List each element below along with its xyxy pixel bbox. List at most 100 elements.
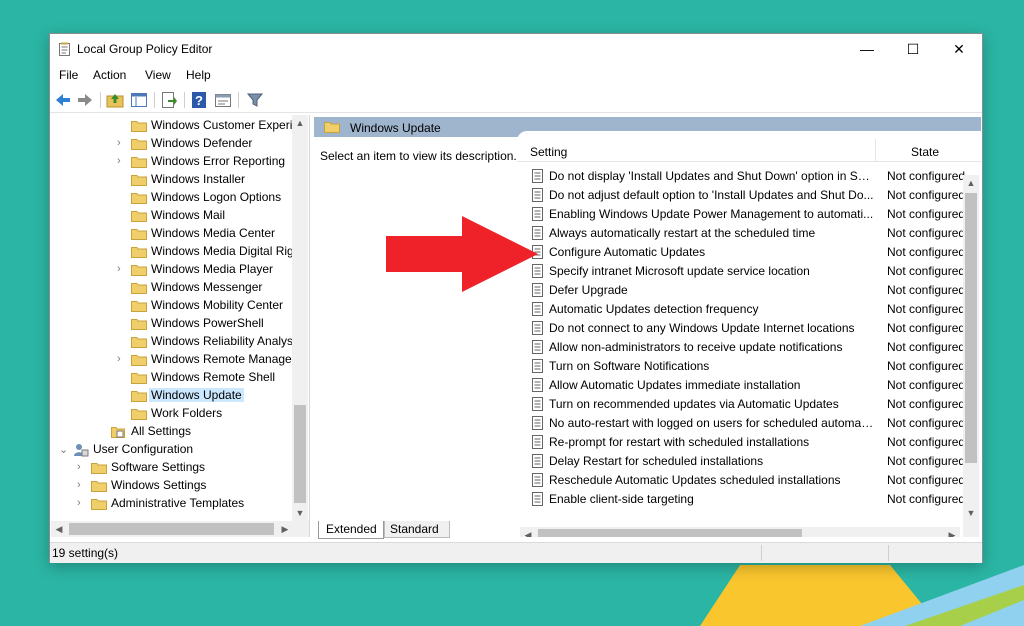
setting-row[interactable]: Do not adjust default option to 'Install… (523, 186, 981, 205)
setting-row[interactable]: Enable client-side targeting Not configur… (523, 490, 981, 509)
tree-item-label: Windows Remote Manage (151, 352, 292, 366)
list-vertical-scrollbar[interactable]: ▲ ▼ (963, 175, 979, 537)
menu-help[interactable]: Help (186, 68, 211, 82)
tree-item[interactable]: Windows Media Digital Rig (51, 243, 294, 261)
list-scroll-thumb[interactable] (965, 193, 977, 463)
setting-row[interactable]: Enabling Windows Update Power Management… (523, 205, 981, 224)
policy-setting-icon (532, 473, 543, 487)
up-folder-icon[interactable] (106, 91, 124, 109)
chevron-right-icon[interactable]: › (77, 461, 81, 473)
tree-item[interactable]: Work Folders (51, 405, 292, 423)
chevron-right-icon[interactable]: › (117, 353, 121, 365)
chevron-right-icon[interactable]: › (77, 497, 81, 509)
setting-row[interactable]: Allow non-administrators to receive upda… (523, 338, 981, 357)
title-bar[interactable]: Local Group Policy Editor — ☐ ✕ (50, 34, 982, 64)
maximize-button[interactable]: ☐ (890, 34, 936, 64)
scroll-left-arrow-icon[interactable]: ◀ (51, 521, 67, 537)
tree-scroll-thumb[interactable] (294, 405, 306, 503)
toolbar-separator (184, 92, 185, 108)
help-icon[interactable]: ? (190, 91, 208, 109)
tree-hscroll-thumb[interactable] (69, 523, 274, 535)
tree-pane[interactable]: Windows Customer Experi › Windows Defender… (51, 115, 310, 537)
setting-row[interactable]: No auto-restart with logged on users for… (523, 414, 981, 433)
tree-item[interactable]: Windows Customer Experi (51, 117, 292, 135)
properties-icon[interactable] (214, 91, 232, 109)
chevron-down-icon[interactable]: ⌄ (59, 443, 68, 456)
policy-setting-icon (532, 302, 543, 316)
folder-icon (131, 175, 147, 186)
setting-row[interactable]: Allow Automatic Updates immediate instal… (523, 376, 981, 395)
tree-item-label: Windows Messenger (151, 280, 263, 294)
folder-icon (131, 409, 147, 420)
tree-item-label: Windows Reliability Analys (151, 334, 294, 348)
policy-setting-icon (532, 188, 543, 202)
back-icon[interactable] (54, 91, 72, 109)
setting-row[interactable]: Reschedule Automatic Updates scheduled i… (523, 471, 981, 490)
setting-row[interactable]: Configure Automatic Updates Not configure… (523, 243, 981, 262)
chevron-right-icon[interactable]: › (117, 263, 121, 275)
setting-row[interactable]: Always automatically restart at the sche… (523, 224, 981, 243)
tree-item-label: Windows Media Center (151, 226, 276, 240)
tree-item[interactable]: › Windows Media Player (51, 261, 292, 279)
tree-item[interactable]: › Windows Remote Manage (51, 351, 292, 369)
tree-item[interactable]: Windows Messenger (51, 279, 292, 297)
setting-name: Allow Automatic Updates immediate instal… (549, 378, 801, 392)
tree-item[interactable]: › Administrative Templates (51, 495, 292, 513)
tree-item[interactable]: › Windows Error Reporting (51, 153, 292, 171)
setting-row[interactable]: Do not display 'Install Updates and Shut… (523, 167, 981, 186)
scroll-up-arrow-icon[interactable]: ▲ (963, 175, 979, 191)
folder-icon (131, 301, 147, 312)
setting-row[interactable]: Turn on recommended updates via Automati… (523, 395, 981, 414)
setting-row[interactable]: Turn on Software Notifications Not config… (523, 357, 981, 376)
menu-view[interactable]: View (145, 68, 171, 82)
setting-row[interactable]: Do not connect to any Windows Update Int… (523, 319, 981, 338)
tab-standard-label: Standard (390, 522, 439, 536)
setting-row[interactable]: Automatic Updates detection frequency Not… (523, 300, 981, 319)
tree-item[interactable]: Windows Update (51, 387, 292, 405)
tree-item[interactable]: Windows Installer (51, 171, 292, 189)
menu-action[interactable]: Action (93, 68, 126, 82)
column-header-state[interactable]: State (911, 145, 939, 159)
tree-item-all-settings[interactable]: All Settings (51, 423, 292, 441)
tree-item[interactable]: › Windows Settings (51, 477, 292, 495)
policy-setting-icon (532, 492, 543, 506)
tree-item-user-configuration[interactable]: ⌄ User Configuration (51, 441, 292, 459)
tab-standard[interactable]: Standard (384, 521, 450, 538)
tree-item[interactable]: Windows Mobility Center (51, 297, 292, 315)
show-hide-tree-icon[interactable] (130, 91, 148, 109)
chevron-right-icon[interactable]: › (77, 479, 81, 491)
setting-name: Do not display 'Install Updates and Shut… (549, 169, 874, 183)
setting-row[interactable]: Specify intranet Microsoft update servic… (523, 262, 981, 281)
tree-item[interactable]: Windows Logon Options (51, 189, 292, 207)
scroll-down-arrow-icon[interactable]: ▼ (963, 505, 979, 521)
filter-icon[interactable] (246, 91, 264, 109)
folder-icon (131, 229, 147, 240)
scroll-up-arrow-icon[interactable]: ▲ (292, 115, 308, 131)
close-button[interactable]: ✕ (936, 34, 982, 64)
tree-vertical-scrollbar[interactable]: ▲ ▼ (292, 115, 308, 521)
forward-icon[interactable] (76, 91, 94, 109)
scroll-down-arrow-icon[interactable]: ▼ (292, 505, 308, 521)
tree-item[interactable]: › Windows Defender (51, 135, 292, 153)
setting-row[interactable]: Defer Upgrade Not configured (523, 281, 981, 300)
chevron-right-icon[interactable]: › (117, 155, 121, 167)
scroll-right-arrow-icon[interactable]: ▶ (277, 521, 293, 537)
column-header-setting[interactable]: Setting (530, 145, 567, 159)
export-list-icon[interactable] (160, 91, 178, 109)
tree-item[interactable]: Windows Media Center (51, 225, 292, 243)
tree-horizontal-scrollbar[interactable]: ◀ ▶ (51, 521, 309, 537)
policy-setting-icon (532, 454, 543, 468)
setting-row[interactable]: Delay Restart for scheduled installation… (523, 452, 981, 471)
setting-name: Reschedule Automatic Updates scheduled i… (549, 473, 841, 487)
column-divider[interactable] (875, 139, 876, 161)
chevron-right-icon[interactable]: › (117, 137, 121, 149)
tree-item[interactable]: Windows Reliability Analys (51, 333, 294, 351)
minimize-button[interactable]: — (844, 34, 890, 64)
setting-row[interactable]: Re-prompt for restart with scheduled ins… (523, 433, 981, 452)
tree-item[interactable]: › Software Settings (51, 459, 292, 477)
tree-item[interactable]: Windows Mail (51, 207, 292, 225)
tab-extended[interactable]: Extended (318, 521, 384, 539)
menu-file[interactable]: File (59, 68, 78, 82)
tree-item[interactable]: Windows PowerShell (51, 315, 292, 333)
tree-item[interactable]: Windows Remote Shell (51, 369, 292, 387)
